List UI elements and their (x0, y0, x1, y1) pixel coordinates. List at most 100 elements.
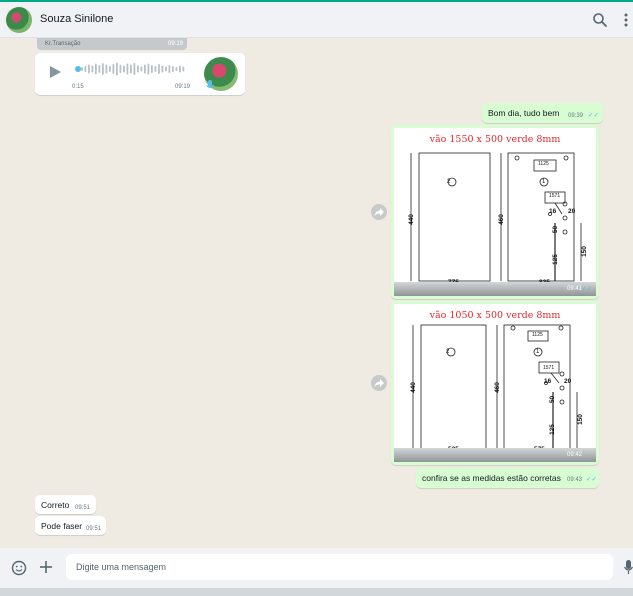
drawing-diagram (410, 152, 582, 287)
drawing-title: vão 1050 x 500 verde 8mm (429, 310, 561, 321)
contact-name[interactable]: Souza Sinilone (40, 13, 113, 25)
image-message-1[interactable]: vão 1550 x 500 verde 8mm 2 1 440 460 112… (391, 125, 599, 299)
waveform-bar (179, 65, 181, 73)
drawing-image-2[interactable]: vão 1050 x 500 verde 8mm 2 1 440 460 112… (394, 304, 596, 462)
waveform-bar (88, 64, 90, 74)
audio-waveform[interactable] (81, 61, 189, 77)
waveform-bar (140, 66, 143, 72)
message-greeting[interactable]: Bom dia, tudo bem 09:39 ✓✓ (482, 103, 603, 123)
drawing-image-1[interactable]: vão 1550 x 500 verde 8mm 2 1 440 460 112… (394, 128, 596, 296)
waveform-bar (119, 65, 122, 73)
search-icon[interactable] (591, 11, 609, 29)
dim-left-height: 440 (409, 382, 417, 393)
message-time: 09:43 (567, 477, 583, 483)
waveform-bar (151, 65, 153, 73)
composer (0, 548, 633, 588)
waveform-bar (112, 64, 115, 74)
waveform-bar (175, 67, 178, 71)
image-footer-shade: 09:42 (394, 448, 596, 462)
message-text: confira se as medidas estão corretas (422, 473, 561, 483)
waveform-bar (165, 66, 167, 72)
waveform-bar (95, 63, 97, 75)
message-reply-2[interactable]: Pode faser 09:51 (35, 516, 106, 535)
forward-icon[interactable] (371, 375, 387, 391)
dim-50: 50 (552, 225, 560, 234)
quoted-label: Kr.Transação (45, 41, 81, 47)
audio-elapsed: 0:15 (72, 84, 84, 90)
waveform-bar (154, 66, 157, 72)
message-time: 09:39 (568, 113, 584, 119)
window-bottom-strip (0, 588, 633, 596)
waveform-bar (161, 65, 164, 73)
dim-50: 50 (549, 395, 557, 404)
waveform-bar (172, 66, 174, 72)
dim-right-height: 460 (497, 214, 505, 225)
waveform-bar (116, 62, 118, 76)
dim-16: 16 (549, 208, 557, 215)
waveform-bar (130, 64, 132, 74)
quoted-message[interactable]: Kr.Transação 09:19 (37, 38, 187, 50)
dim-right-height: 460 (493, 382, 501, 393)
message-list[interactable]: Kr.Transação 09:19 0:15 09:19 Bom dia, t… (0, 38, 633, 548)
message-time: 09:41 (566, 286, 582, 292)
drawing-title: vão 1550 x 500 verde 8mm (429, 134, 561, 145)
message-input[interactable] (66, 554, 613, 580)
dim-box-mid: 1571 (549, 193, 561, 199)
chat-header: Souza Sinilone (0, 2, 633, 38)
dim-150: 150 (576, 414, 584, 425)
forward-icon[interactable] (371, 204, 387, 220)
play-icon[interactable] (48, 65, 62, 79)
panel-number-right: 1 (542, 179, 546, 185)
dim-left-height: 440 (407, 214, 415, 225)
message-check[interactable]: confira se as medidas estão corretas 09:… (416, 468, 599, 488)
quoted-time: 09:19 (167, 41, 183, 47)
more-vertical-icon[interactable] (622, 11, 630, 29)
panel-number-left: 2 (447, 179, 451, 185)
dim-box-top: 1125 (532, 332, 543, 338)
message-text: Bom dia, tudo bem (488, 108, 560, 118)
message-time: 09:51 (75, 505, 91, 511)
waveform-bar (133, 63, 136, 75)
dim-150: 150 (580, 246, 588, 257)
message-time: 09:51 (86, 526, 102, 532)
panel-number-left: 2 (446, 349, 450, 355)
waveform-bar (102, 63, 104, 75)
waveform-bar (168, 65, 171, 73)
waveform-bar (182, 66, 185, 72)
emoji-icon[interactable] (11, 560, 27, 576)
audio-time: 09:19 (175, 84, 191, 90)
waveform-bar (158, 64, 160, 74)
waveform-bar (123, 65, 125, 73)
dim-125: 125 (551, 254, 559, 265)
contact-avatar[interactable] (6, 7, 32, 33)
waveform-bar (81, 67, 83, 71)
waveform-bar (98, 65, 101, 73)
read-ticks-icon: ✓✓ (581, 286, 592, 293)
read-ticks-icon: ✓✓ (588, 112, 599, 119)
waveform-bar (109, 66, 111, 72)
dim-16: 16 (544, 378, 552, 385)
waveform-bar (105, 64, 108, 74)
message-text: Pode faser (41, 521, 83, 531)
read-ticks-icon: ✓✓ (586, 476, 597, 483)
microphone-icon[interactable] (624, 559, 633, 575)
waveform-bar (147, 63, 150, 75)
dim-20: 20 (568, 208, 576, 215)
dim-125: 125 (548, 424, 556, 435)
plus-icon[interactable] (39, 560, 53, 574)
dim-box-mid: 1571 (543, 365, 555, 371)
waveform-bar (91, 65, 94, 73)
microphone-icon (206, 80, 214, 88)
message-time: 09:42 (566, 452, 582, 458)
dim-box-top: 1125 (538, 161, 549, 167)
audio-message[interactable]: 0:15 09:19 (35, 53, 245, 95)
waveform-bar (126, 63, 129, 75)
message-reply-1[interactable]: Correto 09:51 (35, 495, 96, 514)
image-footer-shade: 09:41 ✓✓ (394, 282, 596, 296)
panel-number-right: 1 (536, 349, 540, 355)
waveform-bar (84, 66, 87, 72)
waveform-bar (137, 65, 139, 73)
image-message-2[interactable]: vão 1050 x 500 verde 8mm 2 1 440 460 112… (391, 301, 599, 465)
dim-20: 20 (564, 378, 572, 385)
message-text: Correto (41, 500, 70, 510)
